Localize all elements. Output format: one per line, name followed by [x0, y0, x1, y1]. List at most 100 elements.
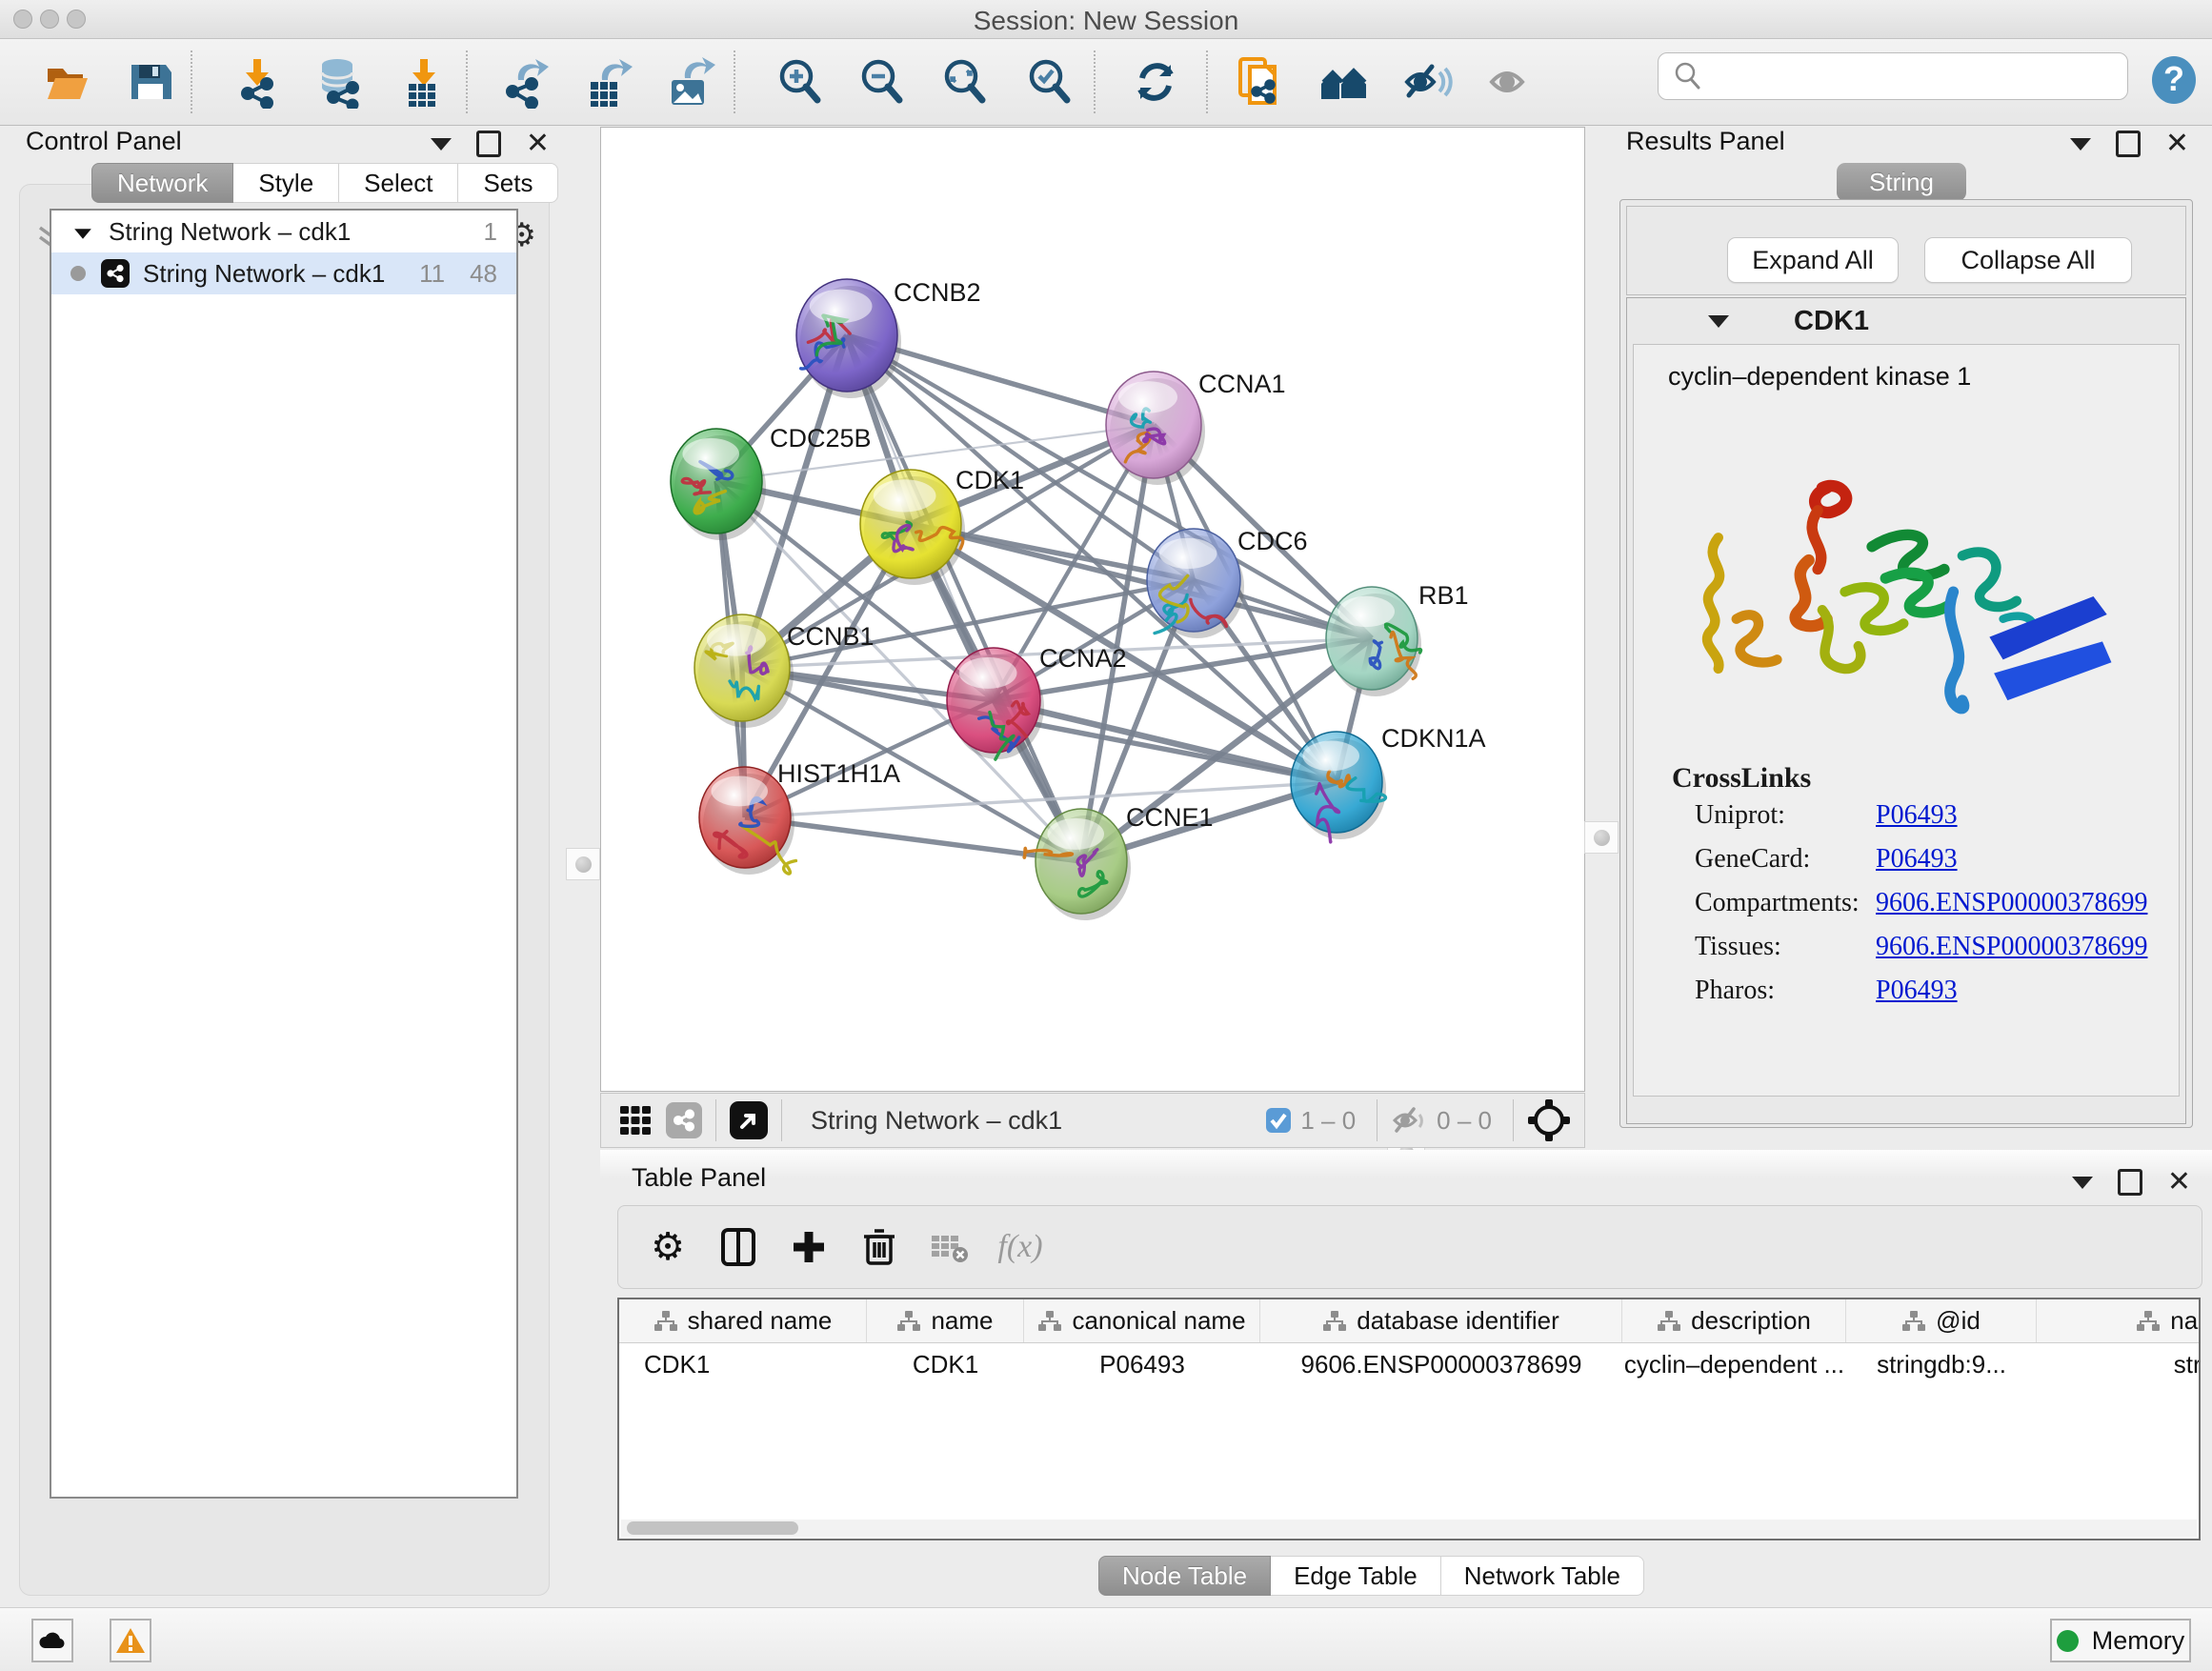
tab-string[interactable]: String	[1837, 163, 1966, 201]
network-canvas[interactable]: CCNB2CCNA1CDC25BCDK1CDC6RB1CCNB1CCNA2CDK…	[600, 127, 1585, 1092]
delete-column-icon[interactable]	[858, 1226, 900, 1268]
crosslink-link[interactable]: 9606.ENSP00000378699	[1876, 888, 2147, 918]
results-panel-menu-icon[interactable]	[2070, 138, 2091, 151]
column-header-name[interactable]: name	[867, 1299, 1024, 1342]
protein-node-CDK1[interactable]: CDK1	[860, 466, 1024, 578]
status-bar: Memory	[0, 1607, 2212, 1671]
column-header-shared-name[interactable]: shared name	[619, 1299, 867, 1342]
export-table-icon[interactable]	[581, 55, 634, 109]
toolbar-separator	[1094, 50, 1096, 113]
import-network-database-icon[interactable]	[312, 55, 366, 109]
control-panel-title: Control Panel	[26, 127, 182, 156]
control-panel-tabs: Network Style Select Sets	[91, 163, 558, 203]
crosslink-label: Compartments:	[1695, 888, 1876, 918]
protein-details: cyclin–dependent kinase 1	[1633, 344, 2180, 1097]
export-image-icon[interactable]	[664, 55, 717, 109]
save-session-icon[interactable]	[124, 55, 177, 109]
control-panel-close-icon[interactable]: ✕	[526, 133, 550, 154]
show-columns-icon[interactable]	[717, 1226, 759, 1268]
table-row[interactable]: CDK1CDK1P064939606.ENSP00000378699cyclin…	[619, 1343, 2199, 1385]
hidden-elements-icon	[1391, 1104, 1429, 1137]
column-header-database-identifier[interactable]: database identifier	[1260, 1299, 1622, 1342]
crosslink-link[interactable]: P06493	[1876, 976, 1958, 1006]
cloud-status-button[interactable]	[31, 1619, 73, 1662]
results-panel-float-icon[interactable]	[2116, 131, 2141, 157]
tab-network[interactable]: Network	[91, 163, 233, 203]
node-table[interactable]: shared namenamecanonical namedatabase id…	[617, 1298, 2201, 1540]
birds-eye-view-icon[interactable]	[1527, 1098, 1571, 1142]
table-panel-float-icon[interactable]	[2118, 1169, 2142, 1196]
network-graph[interactable]: CCNB2CCNA1CDC25BCDK1CDC6RB1CCNB1CCNA2CDK…	[601, 128, 1584, 1091]
column-header-canonical-name[interactable]: canonical name	[1024, 1299, 1260, 1342]
tab-edge-table[interactable]: Edge Table	[1271, 1556, 1441, 1596]
table-options-gear-icon[interactable]: ⚙	[647, 1226, 689, 1268]
import-table-icon[interactable]	[397, 55, 451, 109]
zoom-out-icon[interactable]	[855, 55, 909, 109]
new-network-from-selection-icon[interactable]	[1233, 55, 1286, 109]
create-column-icon[interactable]	[788, 1226, 830, 1268]
search-box[interactable]	[1658, 52, 2128, 100]
import-network-file-icon[interactable]	[232, 55, 286, 109]
column-header-description[interactable]: description	[1622, 1299, 1846, 1342]
export-network-icon[interactable]	[499, 55, 553, 109]
zoom-fit-icon[interactable]	[938, 55, 992, 109]
svg-text:CCNE1: CCNE1	[1126, 803, 1214, 832]
hide-selected-icon[interactable]	[1401, 55, 1455, 109]
zoom-selected-icon[interactable]	[1023, 55, 1076, 109]
collection-expand-caret-icon[interactable]	[72, 217, 93, 247]
protein-expand-caret-icon[interactable]	[1708, 315, 1729, 328]
svg-text:CDKN1A: CDKN1A	[1381, 724, 1486, 753]
protein-section-header[interactable]: CDK1	[1627, 298, 2185, 344]
table-body: CDK1CDK1P064939606.ENSP00000378699cyclin…	[619, 1343, 2199, 1385]
collapse-all-button[interactable]: Collapse All	[1924, 237, 2132, 283]
protein-section: CDK1 cyclin–dependent kinase 1	[1626, 297, 2186, 1124]
selected-node-edge-count: 1 – 0	[1300, 1106, 1356, 1136]
network-row[interactable]: String Network – cdk1 11 48	[51, 252, 516, 294]
crosslink-link[interactable]: P06493	[1876, 844, 1958, 875]
svg-text:CDC6: CDC6	[1237, 527, 1308, 555]
protein-node-CDC25B[interactable]: CDC25B	[671, 424, 872, 534]
first-neighbors-icon[interactable]	[1317, 55, 1371, 109]
protein-node-RB1[interactable]: RB1	[1326, 581, 1469, 690]
table-panel-title: Table Panel	[632, 1163, 766, 1193]
results-panel-close-icon[interactable]: ✕	[2165, 133, 2189, 154]
table-toolbar: ⚙	[617, 1205, 2202, 1289]
zoom-in-icon[interactable]	[774, 55, 827, 109]
protein-node-HIST1H1A[interactable]: HIST1H1A	[699, 759, 900, 874]
column-header--id[interactable]: @id	[1846, 1299, 2037, 1342]
selected-checkbox-icon[interactable]	[1264, 1106, 1293, 1135]
toolbar-separator	[1206, 50, 1208, 113]
control-panel-float-icon[interactable]	[476, 131, 501, 157]
tab-style[interactable]: Style	[233, 163, 339, 203]
table-panel-close-icon[interactable]: ✕	[2167, 1172, 2191, 1193]
expand-all-button[interactable]: Expand All	[1727, 237, 1899, 283]
crosslink-link[interactable]: P06493	[1876, 800, 1958, 831]
memory-button[interactable]: Memory	[2050, 1619, 2191, 1662]
table-panel-menu-icon[interactable]	[2072, 1177, 2093, 1189]
table-tabs: Node Table Edge Table Network Table	[1098, 1556, 1644, 1596]
search-input[interactable]	[1712, 61, 2127, 92]
network-status-dot-icon	[70, 266, 86, 281]
open-file-icon[interactable]	[40, 55, 93, 109]
warnings-button[interactable]	[110, 1619, 151, 1662]
delete-table-icon	[929, 1226, 971, 1268]
network-node-count: 11	[419, 259, 445, 289]
grid-view-icon[interactable]	[618, 1103, 653, 1137]
detach-view-icon[interactable]	[730, 1101, 768, 1139]
tab-select[interactable]: Select	[339, 163, 458, 203]
svg-text:CCNA2: CCNA2	[1039, 644, 1127, 673]
apply-layout-icon[interactable]	[1129, 55, 1182, 109]
crosslink-label: Pharos:	[1695, 976, 1876, 1006]
crosslink-link[interactable]: 9606.ENSP00000378699	[1876, 932, 2147, 962]
tab-sets[interactable]: Sets	[458, 163, 558, 203]
help-icon[interactable]: ?	[2149, 54, 2202, 108]
tab-node-table[interactable]: Node Table	[1098, 1556, 1271, 1596]
tab-network-table[interactable]: Network Table	[1441, 1556, 1644, 1596]
left-splitter-handle[interactable]	[566, 848, 600, 880]
title-bar: Session: New Session	[0, 0, 2212, 39]
column-header-namespace[interactable]: namespace	[2037, 1299, 2201, 1342]
network-collection-row[interactable]: String Network – cdk1 1	[51, 211, 516, 252]
table-horizontal-scrollbar[interactable]	[621, 1520, 2197, 1537]
protein-node-CDKN1A[interactable]: CDKN1A	[1291, 724, 1486, 842]
control-panel-menu-icon[interactable]	[431, 138, 452, 151]
